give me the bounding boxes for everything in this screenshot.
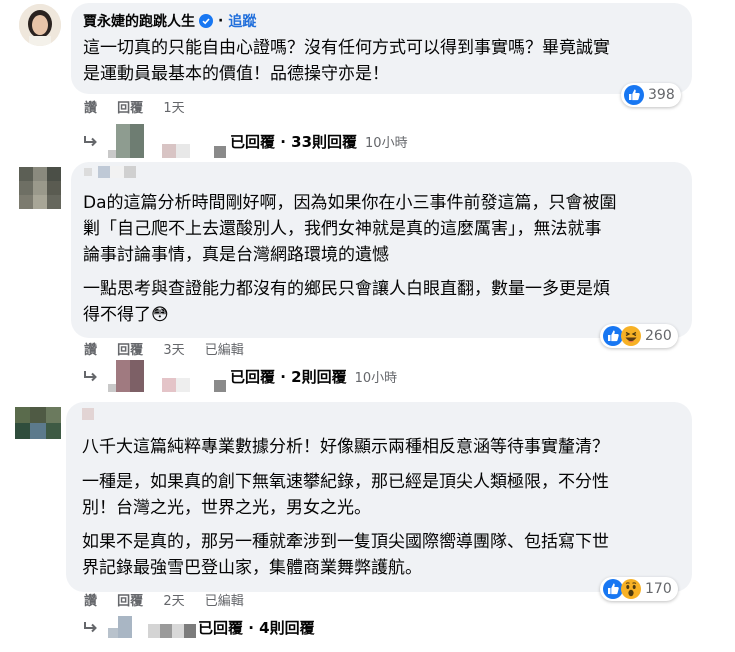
reaction-summary[interactable]: 260 [600,324,678,348]
like-button[interactable]: 讚 [84,343,97,358]
view-replies[interactable]: 已回覆 · 4則回覆 [82,616,315,638]
text-line: 得不得了 [83,305,151,325]
avatar-blurred[interactable] [19,167,61,209]
comment-actions: 讚 回覆 3天 已編輯 [84,339,260,358]
comment-3: 八千大這篇純粹專業數據分析！好像顯示兩種相反意涵等待事實釐清？ 一種是，如果真的… [0,390,735,652]
comment-text: 一種是，如果真的創下無氧速攀紀錄，那已經是頂尖人類極限，不分性 別！台灣之光，世… [82,469,609,521]
like-icon [603,326,623,346]
comment-text: 一點思考與查證能力都沒有的鄉民只會讓人白眼直翻，數量一多更是煩 得不得了😳 [83,276,610,328]
replier-avatars-blurred [108,360,226,392]
text-line: 論事討論事情，真是台灣網路環境的遺憾 [83,245,389,265]
reply-arrow-icon [84,371,97,382]
text-line: 界記錄最強雪巴登山家，集體商業舞弊護航。 [82,558,422,578]
separator-dot: · [218,13,224,29]
reply-button[interactable]: 回覆 [117,101,143,116]
text-line: 這一切真的只能自由心證嗎？沒有任何方式可以得到事實嗎？畢竟誠實 [83,38,610,58]
flushed-face-icon: 😳 [151,305,169,325]
avatar[interactable] [19,4,61,46]
reply-count[interactable]: 已回覆 · 2則回覆 [230,366,347,387]
text-line: 一種是，如果真的創下無氧速攀紀錄，那已經是頂尖人類極限，不分性 [82,472,609,492]
comment-actions: 讚 回覆 1天 [84,97,201,116]
author-name[interactable]: 賈永婕的跑跳人生 [83,11,195,31]
replier-avatars-blurred [108,616,196,638]
timestamp[interactable]: 2天 [163,594,184,609]
reply-time: 10小時 [354,370,398,386]
comment-1: 賈永婕的跑跳人生 · 追蹤 這一切真的只能自由心證嗎？沒有任何方式可以得到事實嗎… [0,0,735,158]
text-line: 如果不是真的，那另一種就牽涉到一隻頂尖國際嚮導團隊、包括寫下世 [82,532,609,552]
author-name-blurred[interactable] [82,408,94,420]
author-name-blurred[interactable] [84,166,136,178]
edited-label[interactable]: 已編輯 [205,594,244,609]
text-line: 剿「自己爬不上去還酸別人，我們女神就是真的這麼厲害」，無法就事 [83,219,602,239]
avatar-blurred[interactable] [15,407,61,439]
reply-arrow-icon [84,622,97,633]
reply-arrow-icon [84,136,97,147]
reply-time: 10小時 [365,135,408,151]
like-icon [603,579,623,599]
follow-button[interactable]: 追蹤 [228,11,256,31]
reaction-count: 170 [645,581,672,597]
laugh-icon [621,326,641,346]
like-icon [624,85,644,105]
verified-badge-icon [199,14,213,28]
reaction-summary[interactable]: 170 [600,577,678,601]
text-line: 別！台灣之光，世界之光，男女之光。 [82,498,371,518]
text-line: 一點思考與查證能力都沒有的鄉民只會讓人白眼直翻，數量一多更是煩 [83,279,610,299]
comment-text: 這一切真的只能自由心證嗎？沒有任何方式可以得到事實嗎？畢竟誠實 是運動員最基本的… [83,35,610,87]
view-replies[interactable]: 已回覆 · 2則回覆 10小時 [82,360,397,392]
reply-button[interactable]: 回覆 [117,343,143,358]
comment-2: Da的這篇分析時間剛好啊，因為如果你在小三事件前發這篇，只會被圍 剿「自己爬不上… [0,150,735,392]
comment-text: Da的這篇分析時間剛好啊，因為如果你在小三事件前發這篇，只會被圍 剿「自己爬不上… [83,190,617,268]
reaction-summary[interactable]: 398 [621,83,681,107]
text-line: 八千大這篇純粹專業數據分析！好像顯示兩種相反意涵等待事實釐清？ [82,437,609,457]
text-line: 是運動員最基本的價值！品德操守亦是！ [83,64,389,84]
like-button[interactable]: 讚 [84,101,97,116]
timestamp[interactable]: 1天 [163,101,184,116]
reply-count[interactable]: 已回覆 · 4則回覆 [198,617,315,638]
comment-text: 八千大這篇純粹專業數據分析！好像顯示兩種相反意涵等待事實釐清？ [82,434,609,460]
reaction-count: 398 [648,87,675,103]
text-line: Da的這篇分析時間剛好啊，因為如果你在小三事件前發這篇，只會被圍 [83,193,617,213]
reaction-count: 260 [645,328,672,344]
reply-count[interactable]: 已回覆 · 33則回覆 [230,131,357,152]
like-button[interactable]: 讚 [84,594,97,609]
edited-label[interactable]: 已編輯 [205,343,244,358]
comment-actions: 讚 回覆 2天 已編輯 [84,590,260,609]
wow-icon [621,579,641,599]
timestamp[interactable]: 3天 [163,343,184,358]
comment-text: 如果不是真的，那另一種就牽涉到一隻頂尖國際嚮導團隊、包括寫下世 界記錄最強雪巴登… [82,529,609,581]
reply-button[interactable]: 回覆 [117,594,143,609]
